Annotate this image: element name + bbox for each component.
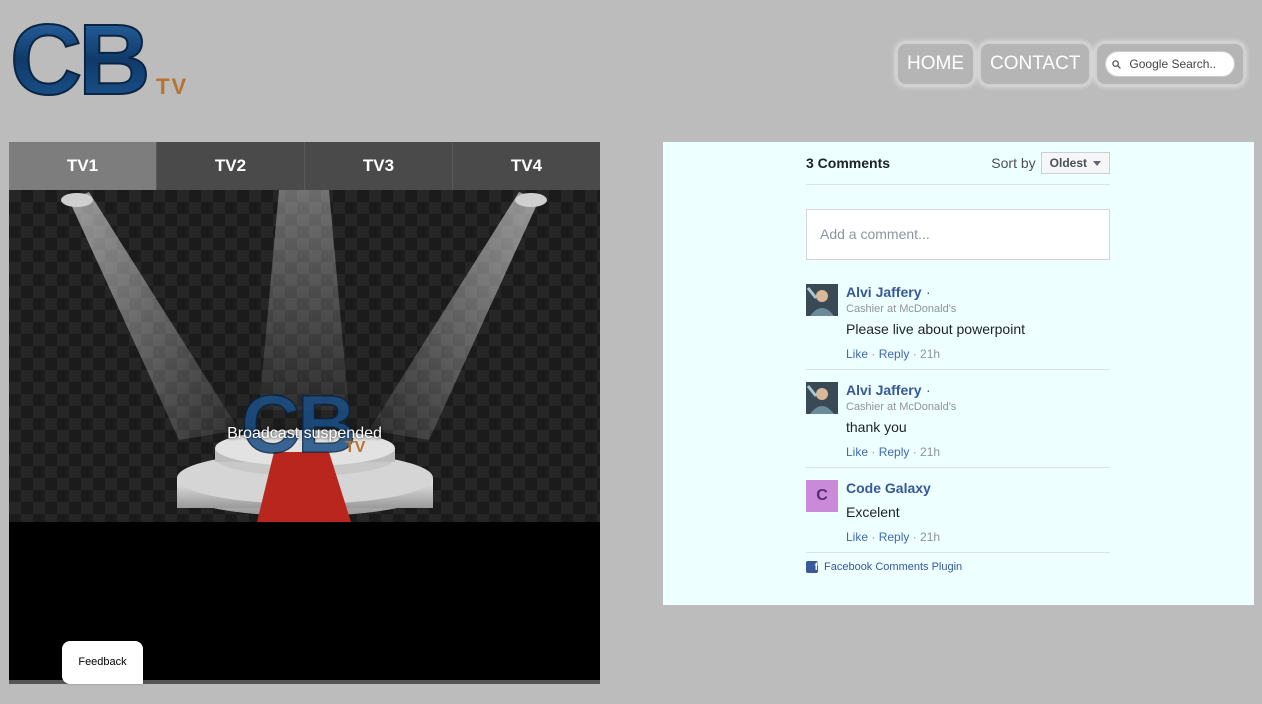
home-button[interactable]: HOME <box>896 42 975 86</box>
comment-item: Alvi Jaffery · Cashier at McDonald's tha… <box>806 370 1110 468</box>
like-link[interactable]: Like <box>846 445 868 459</box>
comments-panel: 3 Comments Sort by Oldest Alvi Jaffery · <box>663 142 1254 605</box>
comment-time: 21h <box>920 445 941 459</box>
user-avatar[interactable]: C <box>806 480 838 512</box>
tab-tv3[interactable]: TV3 <box>305 142 453 190</box>
tab-tv1[interactable]: TV1 <box>9 142 157 190</box>
comment-actions: Like · Reply · 21h <box>846 347 941 361</box>
comment-actions: Like · Reply · 21h <box>846 530 941 544</box>
comment-count: 3 Comments <box>806 155 891 171</box>
add-comment-input[interactable] <box>818 225 1102 243</box>
broadcast-status: Broadcast suspended <box>227 425 382 442</box>
comment-time: 21h <box>920 347 941 361</box>
comments-header: 3 Comments Sort by Oldest <box>806 142 1110 185</box>
search-input[interactable] <box>1129 57 1225 71</box>
reply-link[interactable]: Reply <box>879 445 910 459</box>
svg-text:TV: TV <box>156 74 188 99</box>
reply-link[interactable]: Reply <box>879 530 910 544</box>
stage-spotlight-graphic: CB TV <box>9 190 600 522</box>
comment-text: thank you <box>846 419 907 435</box>
channel-tabs: TV1 TV2 TV3 TV4 <box>9 142 600 190</box>
svg-text:CB: CB <box>10 12 146 102</box>
tv-player: TV1 TV2 TV3 TV4 CB TV Broadcast suspende… <box>9 142 600 684</box>
comment-author-subtitle: Cashier at McDonald's <box>846 303 957 315</box>
sort-value: Oldest <box>1049 156 1087 170</box>
top-nav: HOME CONTACT <box>896 42 1246 86</box>
comment-author[interactable]: Alvi Jaffery <box>846 382 921 398</box>
video-stage[interactable]: CB TV Broadcast suspended <box>9 190 600 522</box>
comment-time: 21h <box>920 530 941 544</box>
site-logo[interactable]: CB TV <box>10 12 210 102</box>
search-box[interactable] <box>1105 51 1236 77</box>
comment-actions: Like · Reply · 21h <box>846 445 941 459</box>
comment-body: Alvi Jaffery · Cashier at McDonald's Ple… <box>846 284 1110 361</box>
search-container <box>1095 42 1246 86</box>
search-icon <box>1112 59 1122 69</box>
reply-link[interactable]: Reply <box>879 347 910 361</box>
sort-label: Sort by <box>991 155 1036 171</box>
comment-text: Excelent <box>846 504 900 520</box>
comment-author[interactable]: Code Galaxy <box>846 480 931 496</box>
comment-item: Alvi Jaffery · Cashier at McDonald's Ple… <box>806 260 1110 370</box>
user-avatar[interactable] <box>806 284 838 316</box>
comment-author-subtitle: Cashier at McDonald's <box>846 401 957 413</box>
like-link[interactable]: Like <box>846 347 868 361</box>
feedback-button[interactable]: Feedback <box>62 641 143 684</box>
comment-item: C Code Galaxy Excelent Like · Reply · 21… <box>806 468 1110 553</box>
tab-tv2[interactable]: TV2 <box>157 142 305 190</box>
sort-control: Sort by Oldest <box>991 152 1110 174</box>
facebook-icon: f <box>806 561 818 573</box>
author-separator: · <box>925 284 931 300</box>
contact-button[interactable]: CONTACT <box>979 42 1092 86</box>
comment-body: Alvi Jaffery · Cashier at McDonald's tha… <box>846 382 1110 459</box>
add-comment-box[interactable] <box>806 209 1110 260</box>
tab-tv4[interactable]: TV4 <box>453 142 600 190</box>
comment-author[interactable]: Alvi Jaffery <box>846 284 921 300</box>
cb-tv-logo-graphic: CB TV <box>10 12 188 102</box>
comment-text: Please live about powerpoint <box>846 321 1026 337</box>
caret-down-icon <box>1093 160 1101 166</box>
facebook-comments: 3 Comments Sort by Oldest Alvi Jaffery · <box>806 142 1110 573</box>
user-avatar[interactable] <box>806 382 838 414</box>
sort-dropdown[interactable]: Oldest <box>1040 152 1110 174</box>
facebook-plugin-link[interactable]: Facebook Comments Plugin <box>824 561 962 573</box>
facebook-plugin-footer: f Facebook Comments Plugin <box>806 553 1110 573</box>
author-separator: · <box>925 382 931 398</box>
comment-body: Code Galaxy Excelent Like · Reply · 21h <box>846 480 1110 544</box>
like-link[interactable]: Like <box>846 530 868 544</box>
